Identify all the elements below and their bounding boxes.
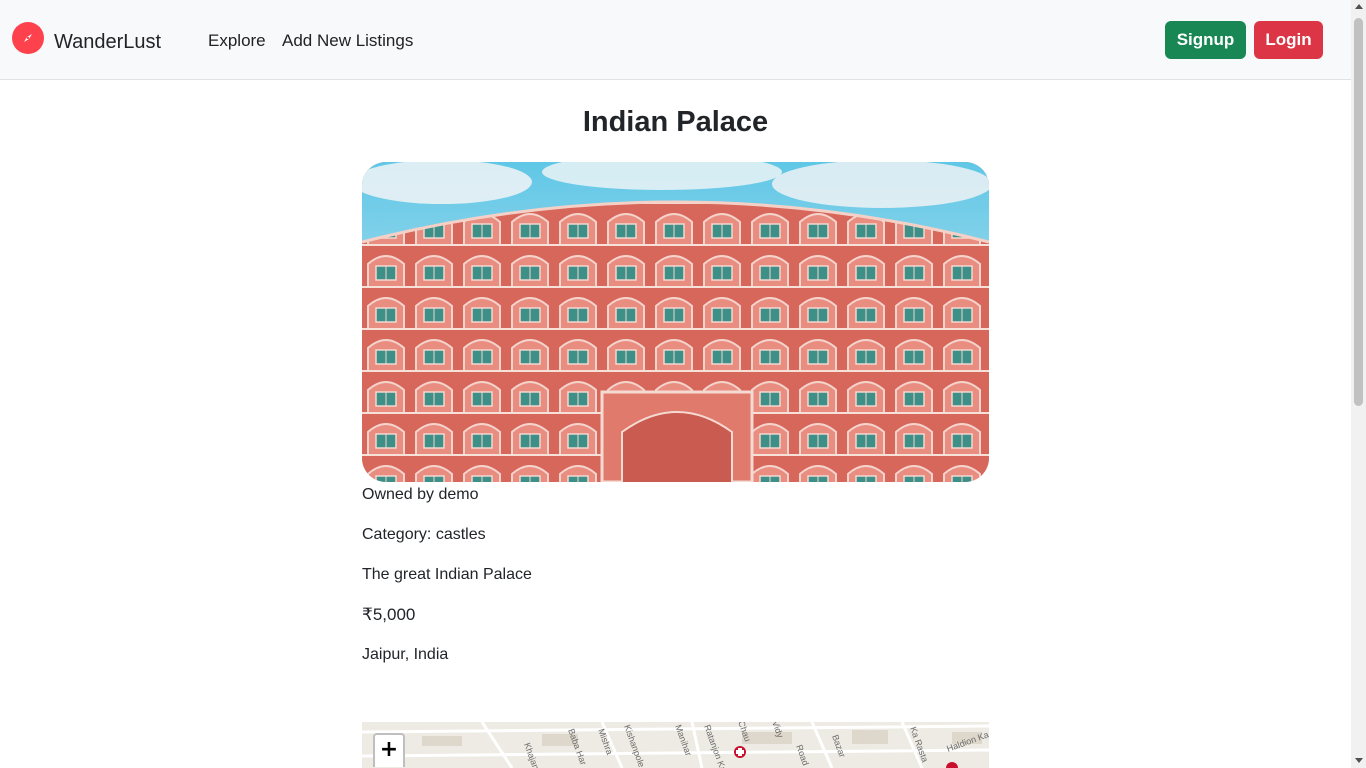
listing-location: Jaipur, India bbox=[362, 646, 449, 663]
scrollbar-thumb[interactable] bbox=[1354, 18, 1363, 406]
listing-image bbox=[362, 162, 989, 482]
map-zoom-in-button[interactable]: + bbox=[373, 733, 405, 767]
listing-title: Indian Palace bbox=[582, 106, 769, 138]
compass-icon[interactable] bbox=[12, 22, 44, 54]
listing-category: Category: castles bbox=[362, 526, 486, 543]
scroll-up-arrow-icon[interactable] bbox=[1355, 4, 1363, 9]
page-scrollbar[interactable] bbox=[1351, 0, 1366, 768]
brand-name[interactable]: WanderLust bbox=[54, 30, 161, 54]
nav-add-listing-link[interactable]: Add New Listings bbox=[282, 30, 413, 52]
login-button[interactable]: Login bbox=[1254, 21, 1323, 59]
signup-button[interactable]: Signup bbox=[1165, 21, 1246, 59]
navbar: WanderLust Explore Add New Listings Sign… bbox=[0, 0, 1351, 80]
nav-explore-link[interactable]: Explore bbox=[208, 30, 266, 52]
listing-owner: Owned by demo bbox=[362, 486, 479, 503]
listing-price: ₹5,000 bbox=[362, 605, 416, 624]
location-map[interactable]: Khajane Baba Har Mishra Kishanpole Manih… bbox=[362, 722, 989, 768]
scroll-down-arrow-icon[interactable] bbox=[1355, 758, 1363, 763]
listing-description: The great Indian Palace bbox=[362, 566, 532, 583]
